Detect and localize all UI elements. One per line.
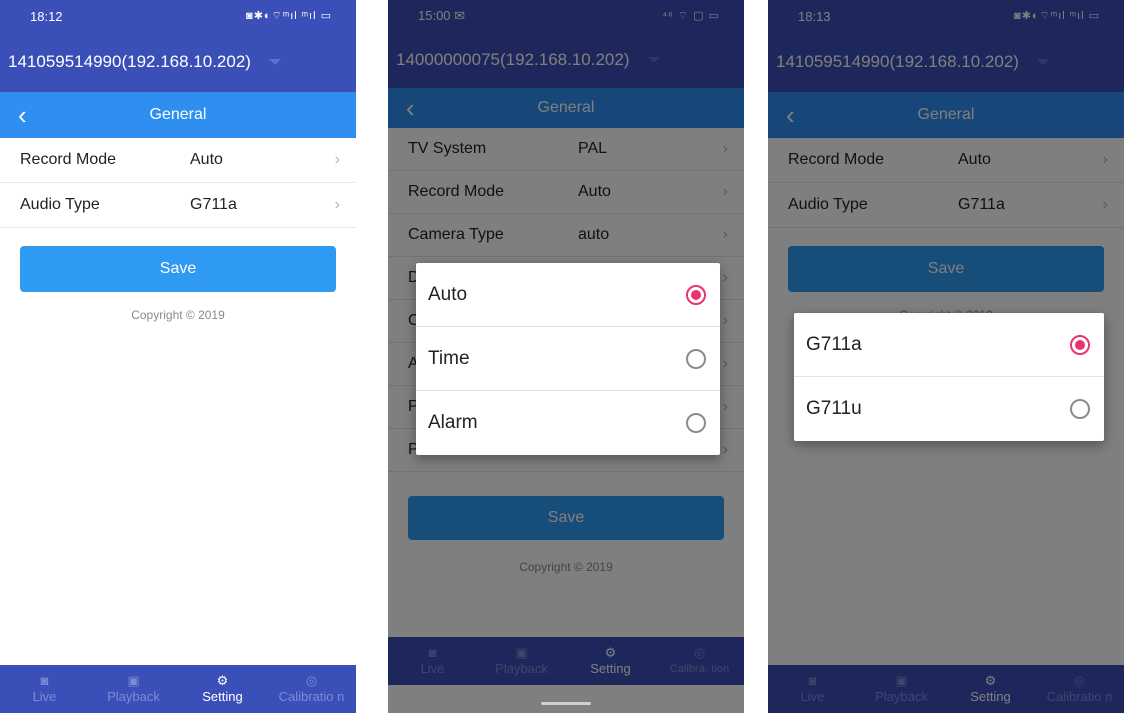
- option-label: Alarm: [428, 412, 478, 433]
- screen-record-mode-dialog: 15:00 ✉ ⁴⁶ ⌔ ▢ ▭ 14000000075(192.168.10.…: [388, 0, 744, 713]
- image-icon: ▣: [127, 673, 140, 688]
- screen-general-settings: 18:12 ◙✱◐⌔ᵐıl ᵐıl ▭ 141059514990(192.168…: [0, 0, 356, 713]
- tab-live[interactable]: ◙ Live: [0, 665, 89, 713]
- nav-bar: ‹ General: [0, 92, 356, 138]
- radio-selected-icon[interactable]: [1070, 334, 1090, 355]
- row-audio-type[interactable]: Audio Type G711a ›: [0, 183, 356, 228]
- tab-setting[interactable]: ⚙ Setting: [178, 665, 267, 713]
- status-icons: ◙✱◐⌔ᵐıl ᵐıl ▭: [246, 10, 332, 22]
- status-time: 18:12: [30, 8, 63, 24]
- page-title: General: [149, 106, 207, 123]
- gear-icon: ⚙: [216, 673, 229, 688]
- radio-unselected-icon[interactable]: [686, 413, 706, 433]
- chevron-right-icon: ›: [334, 196, 340, 213]
- row-value: G711a: [190, 196, 237, 213]
- row-record-mode[interactable]: Record Mode Auto ›: [0, 138, 356, 183]
- option-auto[interactable]: Auto: [416, 263, 720, 327]
- gesture-bar: [541, 702, 591, 705]
- device-label: 141059514990(192.168.10.202): [8, 52, 251, 71]
- tab-label: Setting: [202, 689, 243, 704]
- tab-label: Playback: [107, 689, 160, 704]
- radio-selected-icon[interactable]: [686, 284, 706, 305]
- option-label: Time: [428, 347, 470, 369]
- option-label: G711u: [806, 398, 862, 419]
- tab-bar: ◙ Live ▣ Playback ⚙ Setting ◎ Calibratio…: [0, 665, 356, 713]
- screen-audio-type-dialog: 18:13 ◙✱◐⌔ᵐıl ᵐıl ▭ 141059514990(192.168…: [768, 0, 1124, 713]
- camera-icon: ◙: [40, 673, 49, 688]
- status-bar: 18:12 ◙✱◐⌔ᵐıl ᵐıl ▭: [0, 0, 356, 32]
- option-g711u[interactable]: G711u: [794, 377, 1104, 441]
- radio-unselected-icon[interactable]: [1070, 399, 1090, 419]
- tab-label: Calibratio n: [278, 689, 345, 704]
- copyright-text: Copyright © 2019: [131, 308, 225, 322]
- chevron-right-icon: ›: [334, 151, 340, 168]
- tab-label: Live: [32, 689, 57, 704]
- row-label: Record Mode: [20, 151, 117, 168]
- radio-unselected-icon[interactable]: [686, 348, 706, 369]
- option-alarm[interactable]: Alarm: [416, 391, 720, 455]
- record-mode-dialog: Auto Time Alarm: [416, 263, 720, 455]
- calibration-icon: ◎: [305, 673, 318, 688]
- option-time[interactable]: Time: [416, 327, 720, 391]
- tab-calibration[interactable]: ◎ Calibratio n: [267, 665, 356, 713]
- option-label: G711a: [806, 333, 862, 355]
- row-label: Audio Type: [20, 196, 100, 213]
- audio-type-dialog: G711a G711u: [794, 313, 1104, 441]
- option-g711a[interactable]: G711a: [794, 313, 1104, 377]
- back-icon[interactable]: ‹: [18, 100, 27, 131]
- dropdown-arrow-icon[interactable]: [268, 59, 281, 65]
- option-label: Auto: [428, 283, 468, 305]
- row-value: Auto: [190, 151, 223, 168]
- tab-playback[interactable]: ▣ Playback: [89, 665, 178, 713]
- save-button[interactable]: Save: [20, 246, 336, 292]
- device-selector[interactable]: 141059514990(192.168.10.202): [0, 32, 356, 92]
